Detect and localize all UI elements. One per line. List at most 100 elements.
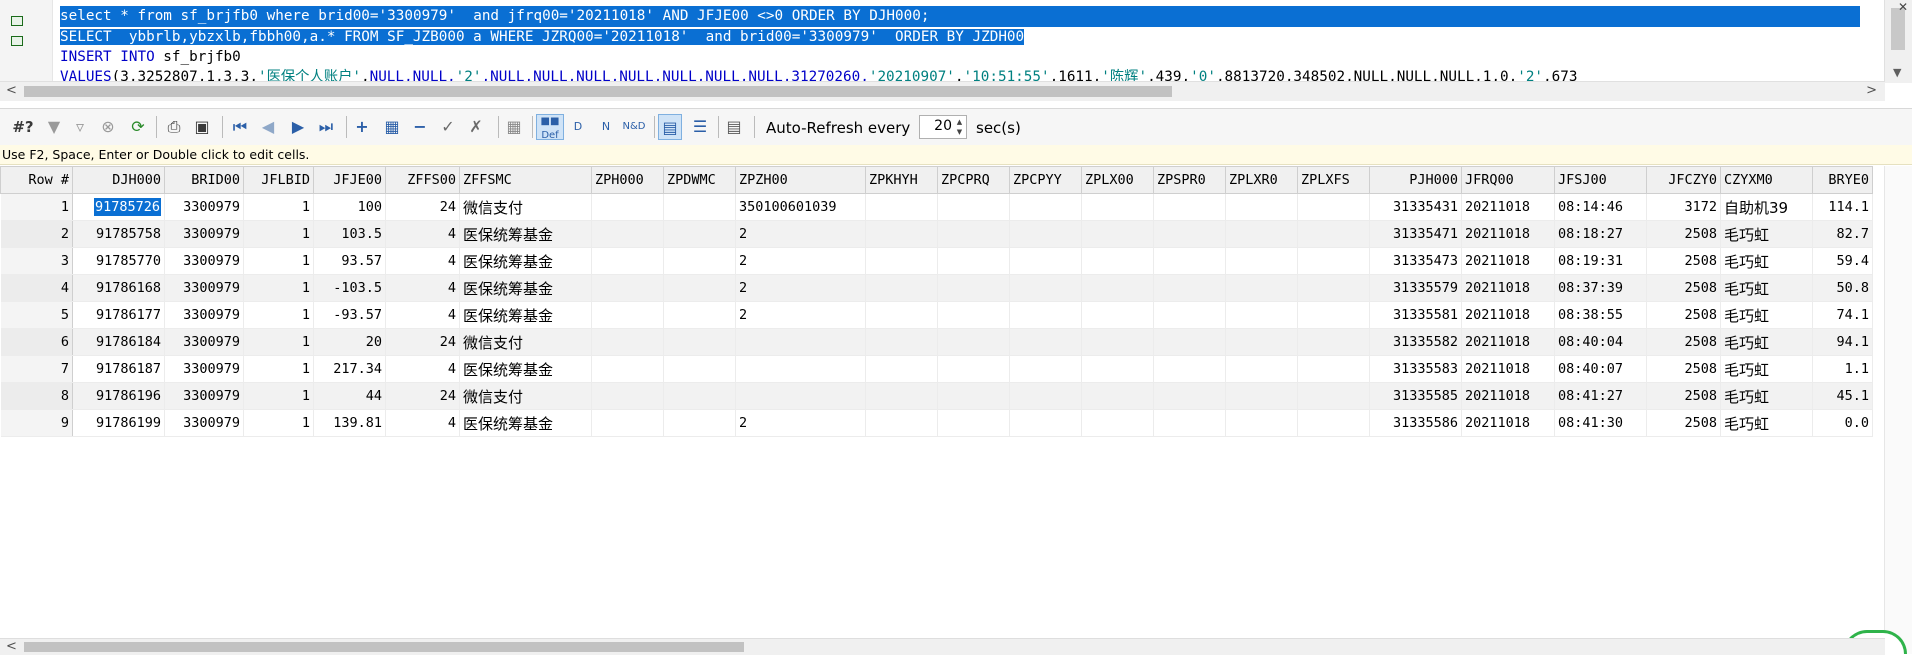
table-cell[interactable] bbox=[1153, 355, 1226, 383]
table-cell[interactable]: 91786199 bbox=[72, 409, 165, 437]
table-cell[interactable] bbox=[1009, 193, 1082, 221]
table-cell[interactable] bbox=[1153, 193, 1226, 221]
table-cell[interactable] bbox=[1297, 274, 1370, 302]
grid-horizontal-scrollbar[interactable]: < bbox=[0, 638, 1885, 655]
table-cell[interactable]: 4 bbox=[385, 247, 460, 275]
table-cell[interactable]: 20211018 bbox=[1461, 274, 1555, 302]
column-header[interactable]: PJH000 bbox=[1369, 166, 1462, 194]
table-cell[interactable] bbox=[937, 220, 1010, 248]
table-cell[interactable]: 91785770 bbox=[72, 247, 165, 275]
default-display-icon[interactable]: ■■ Def bbox=[536, 114, 564, 141]
table-cell[interactable]: 94.1 bbox=[1812, 328, 1873, 356]
table-cell[interactable]: 08:38:55 bbox=[1554, 301, 1647, 329]
table-cell[interactable] bbox=[591, 382, 664, 410]
table-cell[interactable]: 350100601039 bbox=[735, 193, 866, 221]
table-cell[interactable] bbox=[663, 382, 736, 410]
table-cell[interactable]: 20211018 bbox=[1461, 193, 1555, 221]
refresh-icon[interactable]: ⟳ bbox=[126, 114, 150, 140]
table-cell[interactable]: 91786187 bbox=[72, 355, 165, 383]
close-icon[interactable]: ✕ bbox=[1898, 0, 1908, 14]
table-cell[interactable]: 31335431 bbox=[1369, 193, 1462, 221]
table-cell[interactable] bbox=[1009, 301, 1082, 329]
table-cell[interactable] bbox=[1153, 382, 1226, 410]
table-cell[interactable] bbox=[937, 382, 1010, 410]
filter-icon[interactable]: ▼ bbox=[42, 114, 66, 140]
table-cell[interactable] bbox=[663, 220, 736, 248]
column-header[interactable]: ZFFS00 bbox=[385, 166, 460, 194]
table-cell[interactable]: 2508 bbox=[1646, 274, 1721, 302]
table-cell[interactable]: 31335471 bbox=[1369, 220, 1462, 248]
table-cell[interactable] bbox=[1225, 328, 1298, 356]
table-cell[interactable] bbox=[1081, 328, 1154, 356]
table-cell[interactable]: 医保统筹基金 bbox=[459, 220, 592, 248]
column-header[interactable]: DJH000 bbox=[72, 166, 165, 194]
table-cell[interactable] bbox=[865, 409, 938, 437]
column-header[interactable]: BRYE0 bbox=[1812, 166, 1873, 194]
column-header[interactable]: ZFFSMC bbox=[459, 166, 592, 194]
table-cell[interactable]: 08:40:07 bbox=[1554, 355, 1647, 383]
table-cell[interactable]: 微信支付 bbox=[459, 382, 592, 410]
table-cell[interactable]: 44 bbox=[313, 382, 386, 410]
table-cell[interactable]: 毛巧虹 bbox=[1720, 301, 1813, 329]
table-cell[interactable] bbox=[1009, 382, 1082, 410]
code-line-2[interactable]: SELECT ybbrlb,ybzxlb,fbbh00,a.* FROM SF_… bbox=[60, 27, 1025, 48]
column-header[interactable]: Row # bbox=[0, 166, 73, 194]
table-cell[interactable]: 93.57 bbox=[313, 247, 386, 275]
table-cell[interactable]: 3300979 bbox=[164, 382, 244, 410]
filter-clear-icon[interactable]: ▿ bbox=[68, 114, 92, 140]
table-cell[interactable] bbox=[591, 247, 664, 275]
table-cell[interactable] bbox=[1153, 274, 1226, 302]
column-header[interactable]: JFLBID bbox=[243, 166, 314, 194]
editor-horizontal-scrollbar[interactable]: < > bbox=[0, 81, 1885, 101]
table-cell[interactable]: 1 bbox=[243, 193, 314, 221]
table-cell[interactable] bbox=[1225, 355, 1298, 383]
table-cell[interactable]: 1 bbox=[243, 409, 314, 437]
code-line-3[interactable]: INSERT INTO sf_brjfb0 bbox=[60, 47, 241, 68]
row-number-cell[interactable]: 8 bbox=[0, 382, 73, 410]
table-cell[interactable] bbox=[1153, 301, 1226, 329]
table-cell[interactable] bbox=[591, 220, 664, 248]
table-cell[interactable]: 91786196 bbox=[72, 382, 165, 410]
print-icon[interactable]: ⎙ bbox=[162, 114, 186, 140]
table-cell[interactable]: 4 bbox=[385, 301, 460, 329]
scroll-right-icon[interactable]: > bbox=[1866, 83, 1877, 98]
table-row[interactable]: 4 91786168 3300979 1 -103.5 4 医保统筹基金 2 31335579 2… bbox=[0, 274, 1873, 302]
row-number-cell[interactable]: 5 bbox=[0, 301, 73, 329]
table-cell[interactable] bbox=[1225, 220, 1298, 248]
code-line-1[interactable]: select * from sf_brjfb0 where brid00='33… bbox=[60, 6, 1860, 27]
table-cell[interactable]: 2508 bbox=[1646, 382, 1721, 410]
table-cell[interactable] bbox=[1081, 382, 1154, 410]
table-cell[interactable] bbox=[1153, 220, 1226, 248]
table-row[interactable]: 8 91786196 3300979 1 44 24 微信支付 31335585 2021101… bbox=[0, 382, 1873, 410]
table-cell[interactable]: 医保统筹基金 bbox=[459, 274, 592, 302]
table-cell[interactable] bbox=[1009, 355, 1082, 383]
table-cell[interactable]: 1 bbox=[243, 328, 314, 356]
column-header[interactable]: ZPKHYH bbox=[865, 166, 938, 194]
table-cell[interactable]: 微信支付 bbox=[459, 193, 592, 221]
save-icon[interactable]: ▣ bbox=[190, 114, 214, 140]
editor-horizontal-scroll-thumb[interactable] bbox=[24, 86, 1172, 97]
table-cell[interactable] bbox=[663, 193, 736, 221]
table-cell[interactable]: 91786168 bbox=[72, 274, 165, 302]
column-header[interactable]: CZYXM0 bbox=[1720, 166, 1813, 194]
table-cell[interactable]: 20211018 bbox=[1461, 247, 1555, 275]
table-cell[interactable]: 45.1 bbox=[1812, 382, 1873, 410]
table-cell[interactable] bbox=[937, 355, 1010, 383]
table-cell[interactable]: 1 bbox=[243, 274, 314, 302]
table-cell[interactable]: 08:18:27 bbox=[1554, 220, 1647, 248]
table-cell[interactable]: 0.0 bbox=[1812, 409, 1873, 437]
row-number-cell[interactable]: 1 bbox=[0, 193, 73, 221]
table-cell[interactable]: 医保统筹基金 bbox=[459, 409, 592, 437]
table-cell[interactable]: 2508 bbox=[1646, 328, 1721, 356]
table-cell[interactable]: 3300979 bbox=[164, 355, 244, 383]
table-cell[interactable]: -103.5 bbox=[313, 274, 386, 302]
table-cell[interactable] bbox=[1297, 301, 1370, 329]
table-cell[interactable] bbox=[1009, 274, 1082, 302]
null-default-display-icon[interactable]: N&D bbox=[622, 114, 646, 140]
editor-vertical-scroll-thumb[interactable] bbox=[1891, 8, 1905, 50]
table-cell[interactable]: 114.1 bbox=[1812, 193, 1873, 221]
table-cell[interactable] bbox=[1153, 409, 1226, 437]
table-cell[interactable] bbox=[937, 193, 1010, 221]
table-cell[interactable]: 自助机39 bbox=[1720, 193, 1813, 221]
prior-record-icon[interactable]: ◀ bbox=[256, 114, 280, 140]
